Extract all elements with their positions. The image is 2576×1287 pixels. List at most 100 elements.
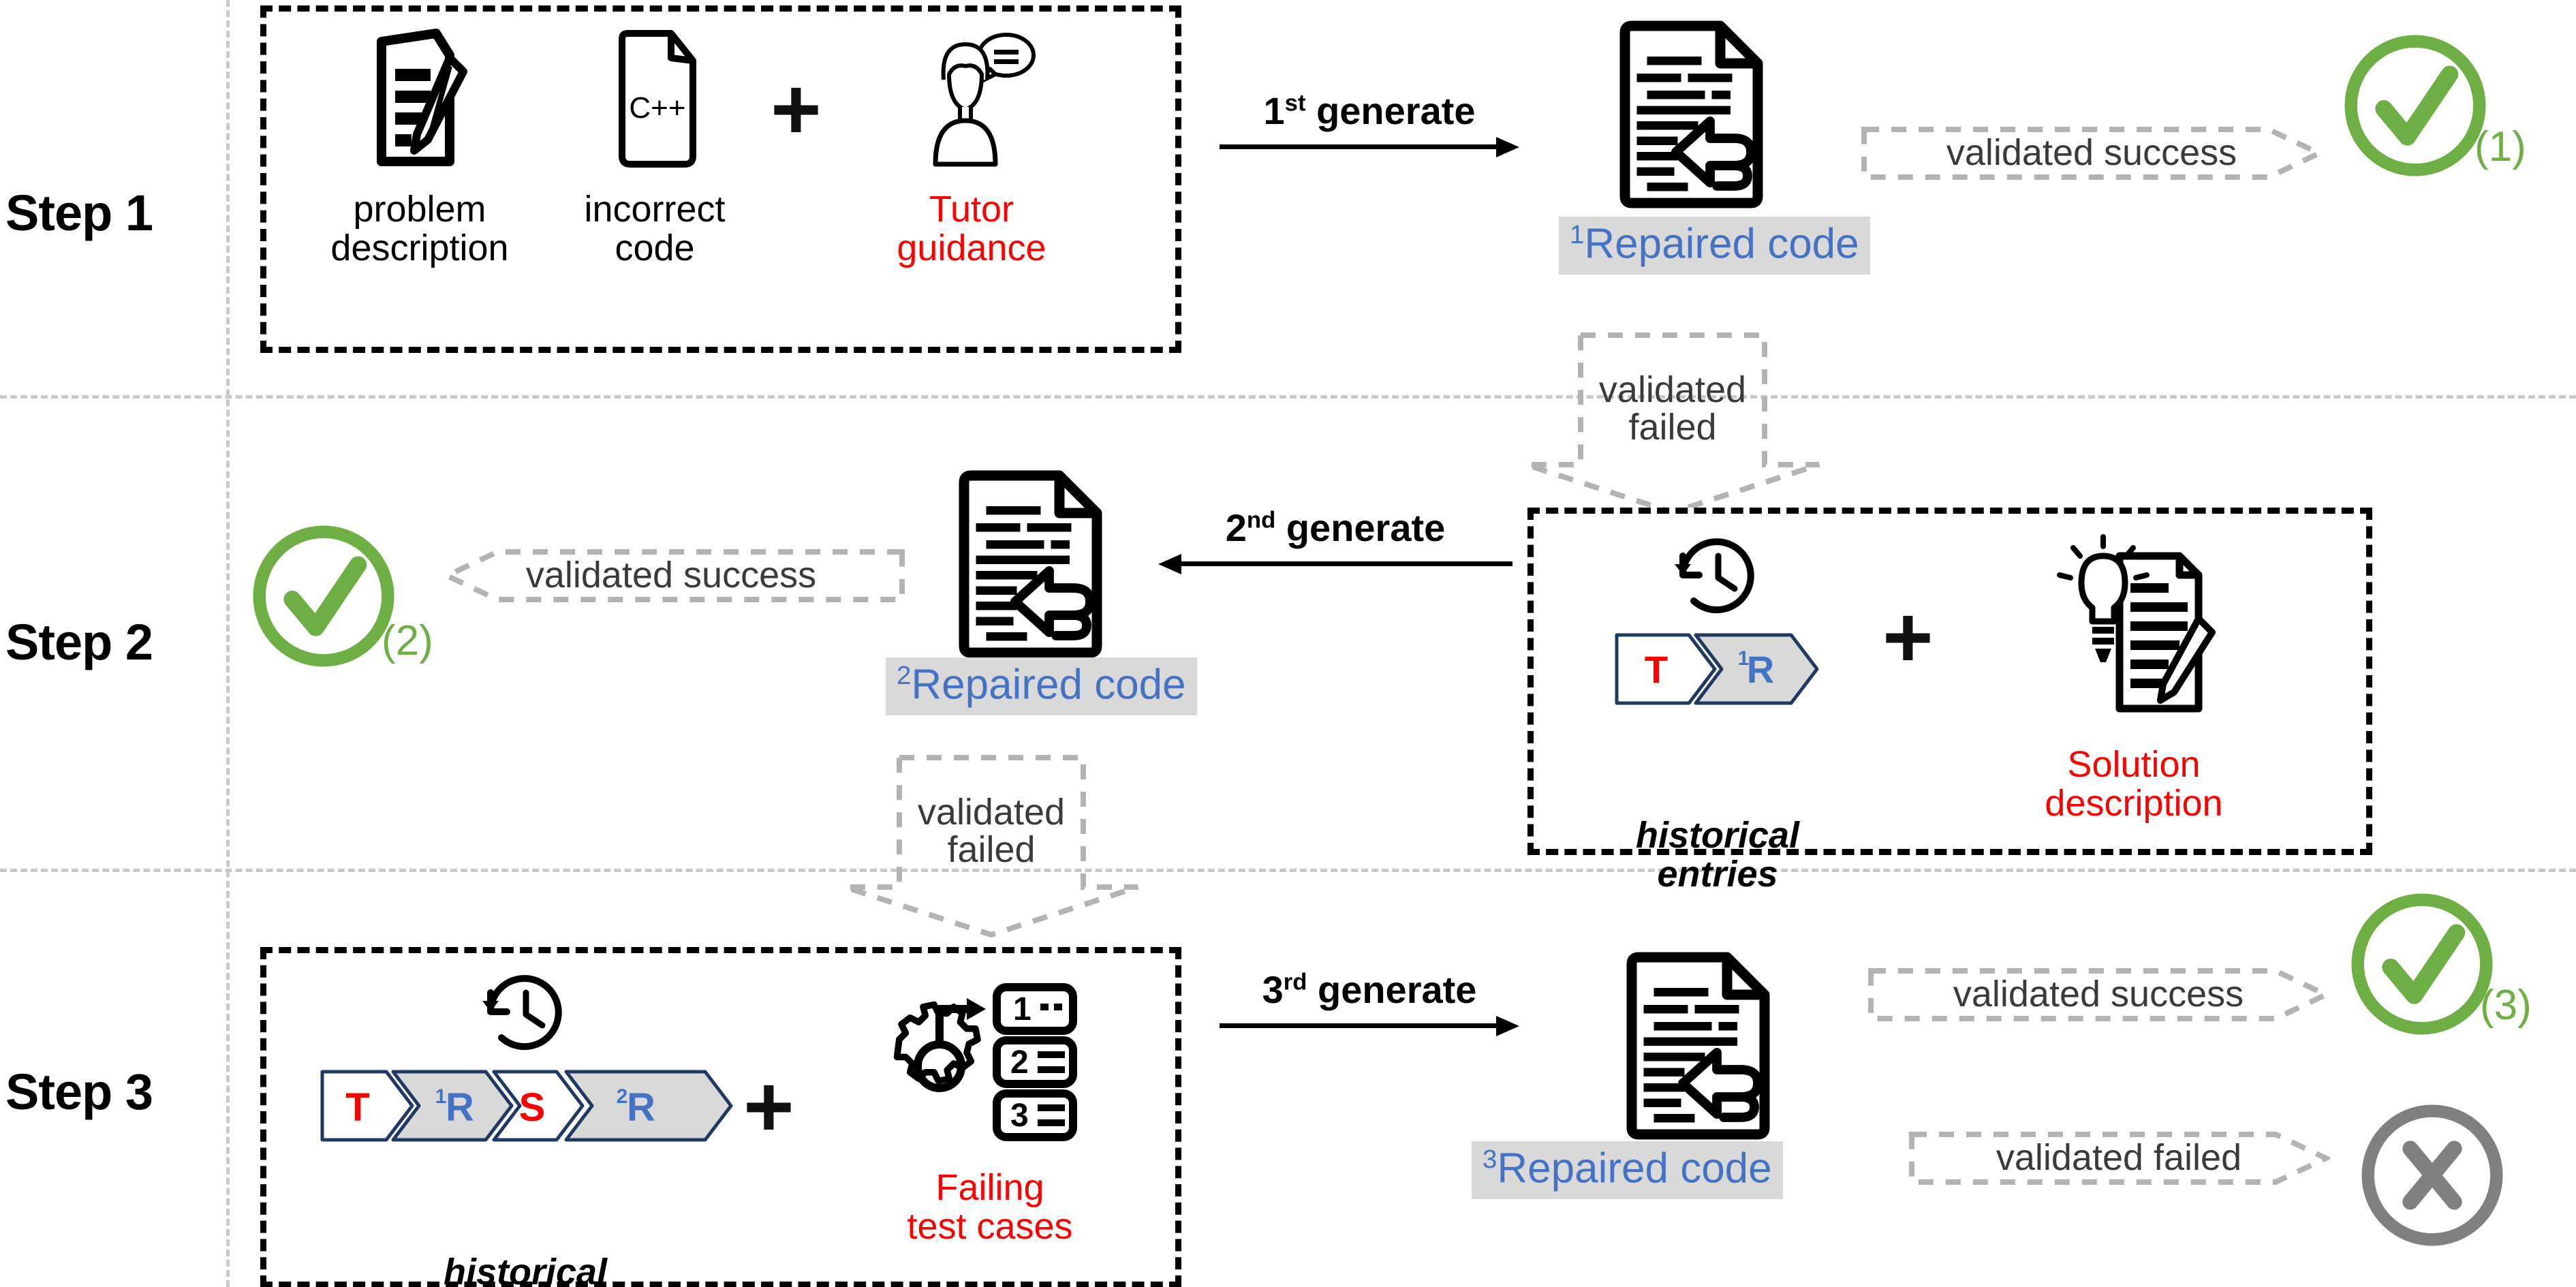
plus-sign: + xyxy=(771,61,822,158)
step3-result-number: (3) xyxy=(2480,982,2532,1029)
repaired-text: Repaired code xyxy=(911,661,1186,709)
step-label-1: Step 1 xyxy=(5,185,153,241)
chevron-sup-2: 2 xyxy=(617,1085,628,1108)
input-incorrect-code: C++ incorrect code xyxy=(553,25,757,267)
step1-result-success xyxy=(2337,27,2494,187)
input-caption-line1: incorrect xyxy=(584,189,726,230)
diagram-canvas: Step 1 problem description C++ incorrect… xyxy=(0,0,2576,1287)
step2-validated-failed-banner: validated failed xyxy=(818,743,1165,947)
generate-label: generate xyxy=(1318,968,1477,1011)
input-caption-line1: Solution xyxy=(2067,744,2201,785)
step3-generate-arrow: 3rd generate xyxy=(1220,967,1519,1036)
repaired-superscript: 2 xyxy=(897,661,912,690)
step2-history-chevrons: T 1 R xyxy=(1614,632,1825,706)
repaired-text: Repaired code xyxy=(1584,220,1859,268)
input-caption-line2: guidance xyxy=(897,227,1046,268)
input-historical-entries: T 1 R historical entries xyxy=(1574,531,1861,893)
chevron-sup-1: 1 xyxy=(435,1085,447,1108)
generate-ordinal-suffix: nd xyxy=(1246,507,1276,533)
step1-input-box: problem description C++ incorrect code + xyxy=(260,5,1181,353)
input-caption-line2: code xyxy=(615,227,695,268)
banner-text: validated success xyxy=(1946,132,2237,174)
step3-result-fail xyxy=(2354,1097,2511,1257)
step2-validated-success-banner: validated success xyxy=(402,525,906,627)
input-caption-line1: historical xyxy=(1635,815,1800,856)
vertical-step-divider xyxy=(226,0,230,1287)
chevron-label-T: T xyxy=(345,1085,369,1130)
generate-ordinal-suffix: rd xyxy=(1283,969,1307,995)
input-caption-line1: historical xyxy=(443,1252,608,1287)
generate-label: generate xyxy=(1316,89,1476,132)
step2-input-box: T 1 R historical entries + Solution desc… xyxy=(1527,508,2372,893)
banner-text: validated failed xyxy=(1996,1137,2242,1179)
plus-sign: + xyxy=(1882,589,1934,686)
input-caption-line2: test cases xyxy=(907,1205,1073,1247)
repaired-code-document-icon xyxy=(1615,950,1785,1145)
repaired-superscript: 3 xyxy=(1483,1145,1498,1174)
generate-ordinal-suffix: st xyxy=(1284,90,1306,117)
generate-ordinal: 1 xyxy=(1263,89,1285,132)
document-pencil-icon xyxy=(307,25,532,175)
step2-repaired-code-label: 2Repaired code xyxy=(886,657,1197,715)
generate-ordinal: 2 xyxy=(1225,506,1247,549)
chevron-label-R1: R xyxy=(446,1085,474,1130)
input-problem-description: problem description xyxy=(307,25,532,267)
banner-text-line2: failed xyxy=(947,829,1036,870)
step1-repaired-code-label: 1Repaired code xyxy=(1559,217,1870,275)
step-label-2: Step 2 xyxy=(5,614,153,670)
generate-label: generate xyxy=(1286,506,1446,549)
input-caption-line2: description xyxy=(2045,782,2223,824)
testcase-number-1: 1 xyxy=(1013,991,1031,1027)
chevron-label-T: T xyxy=(1645,648,1668,691)
step1-validated-failed-banner: validated failed xyxy=(1499,320,1846,525)
repaired-text: Repaired code xyxy=(1497,1145,1772,1192)
generate-ordinal: 3 xyxy=(1262,968,1284,1011)
input-tutor-guidance: Tutor guidance xyxy=(859,25,1084,267)
input-caption-line2: entries xyxy=(1657,853,1778,895)
input-failing-test-cases: 1 2 3 Failing test cases xyxy=(847,968,1133,1245)
check-circle-icon xyxy=(2351,893,2493,1035)
divider-step1-step2 xyxy=(0,395,2576,399)
step3-input-box: T 1 R S 2 R historical entries + xyxy=(260,947,1181,1287)
step3-validated-failed-banner: validated failed xyxy=(1908,1107,2330,1209)
banner-text-line1: validated xyxy=(917,791,1066,833)
gear-testcases-icon: 1 2 3 xyxy=(847,968,1133,1159)
svg-text:C++: C++ xyxy=(629,91,685,125)
step1-generate-arrow: 1st generate xyxy=(1220,89,1519,157)
step3-validated-success-banner: validated success xyxy=(1867,944,2330,1046)
banner-text-line2: failed xyxy=(1628,407,1717,448)
input-caption-line2: description xyxy=(330,227,509,268)
repaired-code-document-icon xyxy=(947,469,1117,663)
input-historical-entries: T 1 R S 2 R historical entries xyxy=(294,968,757,1287)
input-caption-line1: Failing xyxy=(935,1167,1044,1208)
testcase-number-2: 2 xyxy=(1010,1044,1029,1081)
chevron-label-R: R xyxy=(1747,648,1774,691)
chevron-label-R2: R xyxy=(627,1085,655,1130)
testcase-number-3: 3 xyxy=(1010,1098,1029,1134)
banner-text: validated success xyxy=(1953,974,2244,1015)
plus-sign: + xyxy=(743,1058,794,1156)
repaired-code-document-icon xyxy=(1608,19,1778,213)
divider-step2-step3 xyxy=(0,869,2576,872)
banner-text-line1: validated xyxy=(1598,369,1747,410)
step1-validated-success-banner: validated success xyxy=(1860,102,2323,204)
input-caption-line1: problem xyxy=(353,189,486,230)
clock-history-icon xyxy=(1574,531,1861,627)
step1-result-number: (1) xyxy=(2474,123,2526,170)
x-circle-icon xyxy=(2361,1104,2503,1246)
step3-history-chevrons: T 1 R S 2 R xyxy=(320,1069,736,1143)
check-circle-icon xyxy=(253,525,394,667)
check-circle-icon xyxy=(2344,35,2486,176)
step3-result-success xyxy=(2344,886,2500,1046)
input-solution-description: Solution description xyxy=(1987,531,2280,822)
step3-repaired-code-label: 3Repaired code xyxy=(1472,1141,1783,1199)
step2-result-success xyxy=(245,518,402,678)
step-label-3: Step 3 xyxy=(5,1064,153,1120)
cpp-file-icon: C++ xyxy=(553,25,757,175)
repaired-superscript: 1 xyxy=(1570,220,1585,249)
lightbulb-document-icon xyxy=(1987,531,2280,736)
banner-text: validated success xyxy=(525,555,817,596)
tutor-person-icon xyxy=(859,25,1084,175)
chevron-label-S: S xyxy=(519,1085,546,1130)
clock-history-icon xyxy=(294,968,757,1064)
